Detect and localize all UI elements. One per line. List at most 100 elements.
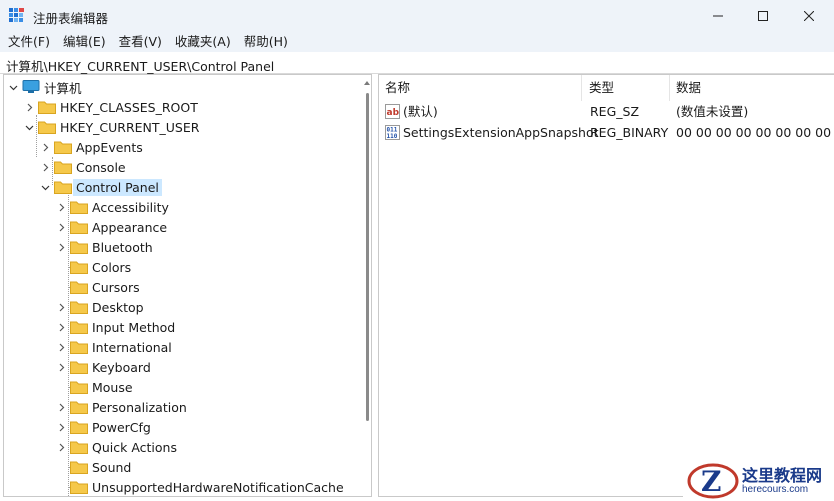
folder-icon (70, 301, 88, 314)
value-data: (数值未设置) (676, 104, 749, 119)
value-type: REG_SZ (590, 104, 640, 119)
folder-icon (70, 281, 88, 294)
svg-text:Z: Z (701, 465, 721, 498)
column-header-data[interactable]: 数据 (670, 75, 834, 101)
value-name: (默认) (403, 104, 438, 119)
column-header-name[interactable]: 名称 (379, 75, 582, 101)
address-bar[interactable]: 计算机\HKEY_CURRENT_USER\Control Panel (0, 52, 834, 74)
watermark-url: herecours.com (742, 484, 809, 495)
maximize-button[interactable] (740, 0, 786, 32)
chevron-right-icon[interactable] (54, 357, 68, 377)
folder-icon (38, 101, 56, 114)
tree-label: Appearance (92, 219, 168, 235)
tree-label: Desktop (92, 299, 144, 315)
tree-label: Console (76, 159, 126, 175)
chevron-right-icon[interactable] (22, 97, 36, 117)
registry-editor-icon (9, 8, 24, 22)
values-list[interactable]: 名称 类型 数据 ab (默认) REG_SZ (数值未设置) 011 110 … (378, 74, 834, 497)
chevron-down-icon[interactable] (6, 77, 20, 97)
tree-item-mouse[interactable]: Mouse (54, 377, 133, 397)
chevron-right-icon[interactable] (38, 157, 52, 177)
tree-item-personalization[interactable]: Personalization (54, 397, 187, 417)
folder-icon (70, 201, 88, 214)
maximize-icon (758, 11, 768, 21)
tree-item-cursors[interactable]: Cursors (54, 277, 140, 297)
menu-favorites[interactable]: 收藏夹(A) (167, 32, 236, 52)
tree-item-quick-actions[interactable]: Quick Actions (54, 437, 177, 457)
column-header-type[interactable]: 类型 (583, 75, 670, 101)
chevron-right-icon[interactable] (54, 437, 68, 457)
chevron-down-icon[interactable] (38, 177, 52, 197)
chevron-right-icon[interactable] (38, 137, 52, 157)
tree-scrollbar[interactable] (362, 75, 371, 496)
tree-label: Cursors (92, 279, 140, 295)
folder-open-icon (54, 181, 72, 194)
tree-item-appevents[interactable]: AppEvents (38, 137, 143, 157)
chevron-right-icon[interactable] (54, 417, 68, 437)
chevron-right-icon[interactable] (54, 197, 68, 217)
scroll-thumb[interactable] (366, 93, 369, 421)
tree-item-hkcr[interactable]: HKEY_CLASSES_ROOT (22, 97, 198, 117)
folder-icon (70, 461, 88, 474)
menu-bar: 文件(F) 编辑(E) 查看(V) 收藏夹(A) 帮助(H) (0, 32, 834, 52)
folder-icon (70, 241, 88, 254)
tree-item-keyboard[interactable]: Keyboard (54, 357, 151, 377)
value-name: SettingsExtensionAppSnapshot (403, 125, 599, 140)
tree-label: Colors (92, 259, 132, 275)
tree-label: HKEY_CLASSES_ROOT (60, 99, 198, 115)
chevron-right-icon[interactable] (54, 317, 68, 337)
tree-item-accessibility[interactable]: Accessibility (54, 197, 169, 217)
tree-item-computer[interactable]: 计算机 (6, 77, 82, 97)
chevron-right-icon[interactable] (54, 337, 68, 357)
address-path[interactable]: 计算机\HKEY_CURRENT_USER\Control Panel (6, 56, 274, 75)
title-bar: 注册表编辑器 (0, 0, 834, 32)
tree-label: Input Method (92, 319, 176, 335)
chevron-down-icon[interactable] (22, 117, 36, 137)
chevron-right-icon[interactable] (54, 237, 68, 257)
value-type: REG_BINARY (590, 125, 669, 140)
string-value-icon: ab (385, 104, 400, 119)
tree-item-colors[interactable]: Colors (54, 257, 131, 277)
menu-help[interactable]: 帮助(H) (236, 32, 293, 52)
computer-icon (22, 80, 40, 93)
tree-item-input-method[interactable]: Input Method (54, 317, 175, 337)
tree-label: International (92, 339, 172, 355)
window-title: 注册表编辑器 (33, 11, 109, 26)
tree-item-powercfg[interactable]: PowerCfg (54, 417, 151, 437)
list-item[interactable]: 011 110 SettingsExtensionAppSnapshot REG… (379, 122, 834, 143)
close-button[interactable] (786, 0, 832, 32)
folder-icon (70, 261, 88, 274)
tree-item-appearance[interactable]: Appearance (54, 217, 167, 237)
tree-item-desktop[interactable]: Desktop (54, 297, 144, 317)
folder-icon (70, 421, 88, 434)
chevron-right-icon[interactable] (54, 397, 68, 417)
close-icon (804, 11, 814, 21)
tree-item-bluetooth[interactable]: Bluetooth (54, 237, 153, 257)
tree-item-control-panel[interactable]: Control Panel (38, 177, 162, 197)
tree-item-hkcu[interactable]: HKEY_CURRENT_USER (22, 117, 199, 137)
tree-label: 计算机 (44, 80, 82, 96)
tree-item-sound[interactable]: Sound (54, 457, 131, 477)
minimize-button[interactable] (695, 0, 741, 32)
chevron-right-icon[interactable] (54, 217, 68, 237)
folder-icon (54, 141, 72, 154)
key-tree[interactable]: 计算机 HKEY_CLASSES_ROOT HKEY_CURRENT_USER … (3, 74, 372, 497)
folder-icon (70, 341, 88, 354)
tree-label: Accessibility (92, 199, 169, 215)
menu-view[interactable]: 查看(V) (111, 32, 167, 52)
tree-item-console[interactable]: Console (38, 157, 126, 177)
tree-label: HKEY_CURRENT_USER (60, 119, 200, 135)
chevron-right-icon[interactable] (54, 297, 68, 317)
menu-file[interactable]: 文件(F) (0, 32, 55, 52)
folder-icon (70, 441, 88, 454)
menu-edit[interactable]: 编辑(E) (55, 32, 111, 52)
tree-item-unsupported-hardware[interactable]: UnsupportedHardwareNotificationCache (54, 477, 344, 496)
scroll-up-icon[interactable] (363, 79, 371, 87)
tree-item-international[interactable]: International (54, 337, 172, 357)
svg-text:110: 110 (387, 133, 398, 140)
list-item[interactable]: ab (默认) REG_SZ (数值未设置) (379, 101, 834, 122)
tree-label: Bluetooth (92, 239, 153, 255)
